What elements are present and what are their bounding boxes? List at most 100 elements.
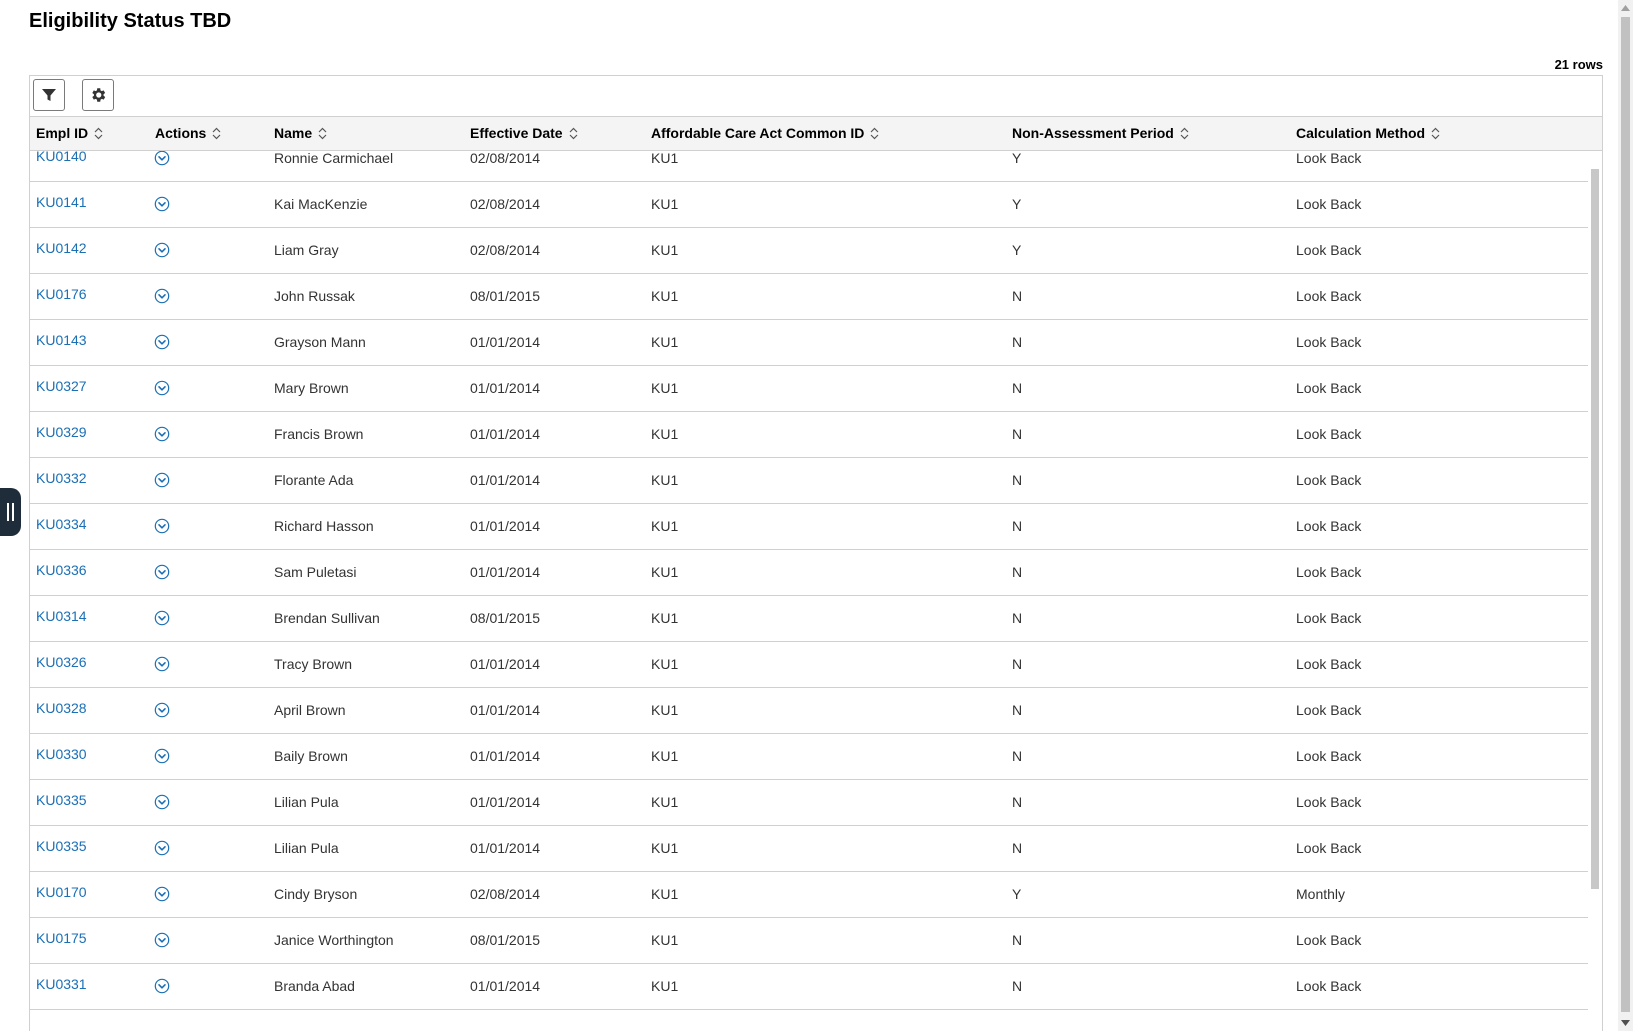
chevron-down-circle-icon <box>154 886 170 905</box>
row-actions-button[interactable] <box>154 610 170 629</box>
empl-id-link[interactable]: KU0330 <box>36 746 87 762</box>
empl-id-link[interactable]: KU0176 <box>36 286 87 302</box>
sort-icon[interactable] <box>1431 127 1440 140</box>
name-cell: John Russak <box>274 288 355 304</box>
effective-date-cell: 02/08/2014 <box>470 196 541 212</box>
column-header-effective-date[interactable]: Effective Date <box>470 125 578 141</box>
row-actions-button[interactable] <box>154 748 170 767</box>
effective-date-cell: 01/01/2014 <box>470 702 541 718</box>
non-assessment-period-cell: N <box>1012 656 1023 672</box>
column-header-label: Empl ID <box>36 125 89 141</box>
row-actions-button[interactable] <box>154 840 170 859</box>
calculation-method-cell: Look Back <box>1296 748 1362 764</box>
empl-id-link[interactable]: KU0335 <box>36 792 87 808</box>
row-actions-button[interactable] <box>154 288 170 307</box>
non-assessment-period-cell: N <box>1012 748 1023 764</box>
name-cell: Liam Gray <box>274 242 339 258</box>
empl-id-link[interactable]: KU0336 <box>36 562 87 578</box>
empl-id-link[interactable]: KU0143 <box>36 332 87 348</box>
column-header-actions[interactable]: Actions <box>155 125 221 141</box>
scroll-up-icon[interactable] <box>1621 3 1630 13</box>
table-row: KU0326 Tracy Brown 01/01/2014 KU1 N Look Back <box>30 642 1588 688</box>
effective-date-cell: 08/01/2015 <box>470 610 541 626</box>
row-actions-button[interactable] <box>154 518 170 537</box>
empl-id-link[interactable]: KU0326 <box>36 654 87 670</box>
sort-icon[interactable] <box>569 127 578 140</box>
row-actions-button[interactable] <box>154 380 170 399</box>
table-header: Empl ID Actions Name Effective Date Affo… <box>30 117 1602 151</box>
row-actions-button[interactable] <box>154 334 170 353</box>
chevron-down-circle-icon <box>154 426 170 445</box>
aca-common-id-cell: KU1 <box>651 978 679 994</box>
column-header-non-assessment-period[interactable]: Non-Assessment Period <box>1012 125 1189 141</box>
non-assessment-period-cell: N <box>1012 978 1023 994</box>
side-panel-handle[interactable] <box>0 488 21 536</box>
page-scrollbar-thumb[interactable] <box>1621 17 1630 1012</box>
row-actions-button[interactable] <box>154 978 170 997</box>
empl-id-link[interactable]: KU0332 <box>36 470 87 486</box>
calculation-method-cell: Look Back <box>1296 656 1362 672</box>
row-actions-button[interactable] <box>154 151 170 169</box>
chevron-down-circle-icon <box>154 196 170 215</box>
page-scrollbar[interactable] <box>1618 0 1633 1031</box>
column-header-empl-id[interactable]: Empl ID <box>36 125 103 141</box>
row-actions-button[interactable] <box>154 932 170 951</box>
empl-id-link[interactable]: KU0335 <box>36 838 87 854</box>
effective-date-cell: 02/08/2014 <box>470 886 541 902</box>
sort-icon[interactable] <box>870 127 879 140</box>
row-actions-button[interactable] <box>154 886 170 905</box>
non-assessment-period-cell: Y <box>1012 886 1022 902</box>
sort-icon[interactable] <box>94 127 103 140</box>
empl-id-link[interactable]: KU0170 <box>36 884 87 900</box>
sort-icon[interactable] <box>212 127 221 140</box>
calculation-method-cell: Look Back <box>1296 426 1362 442</box>
calculation-method-cell: Look Back <box>1296 978 1362 994</box>
scroll-down-icon[interactable] <box>1621 1018 1630 1028</box>
non-assessment-period-cell: Y <box>1012 151 1022 166</box>
column-header-calculation-method[interactable]: Calculation Method <box>1296 125 1440 141</box>
empl-id-link[interactable]: KU0314 <box>36 608 87 624</box>
effective-date-cell: 02/08/2014 <box>470 242 541 258</box>
row-actions-button[interactable] <box>154 656 170 675</box>
sort-icon[interactable] <box>318 127 327 140</box>
row-actions-button[interactable] <box>154 472 170 491</box>
empl-id-link[interactable]: KU0328 <box>36 700 87 716</box>
row-actions-button[interactable] <box>154 702 170 721</box>
empl-id-link[interactable]: KU0142 <box>36 240 87 256</box>
sort-icon[interactable] <box>1180 127 1189 140</box>
name-cell: Cindy Bryson <box>274 886 358 902</box>
row-actions-button[interactable] <box>154 426 170 445</box>
calculation-method-cell: Look Back <box>1296 288 1362 304</box>
empl-id-link[interactable]: KU0334 <box>36 516 87 532</box>
grid-scrollbar[interactable] <box>1588 151 1602 1031</box>
calculation-method-cell: Look Back <box>1296 518 1362 534</box>
row-actions-button[interactable] <box>154 242 170 261</box>
table-row: KU0141 Kai MacKenzie 02/08/2014 KU1 Y Look Ba… <box>30 182 1588 228</box>
table-row: KU0331 Branda Abad 01/01/2014 KU1 N Look Back <box>30 964 1588 1010</box>
empl-id-link[interactable]: KU0327 <box>36 378 87 394</box>
column-header-name[interactable]: Name <box>274 125 327 141</box>
empl-id-link[interactable]: KU0140 <box>36 151 87 164</box>
empl-id-link[interactable]: KU0141 <box>36 194 87 210</box>
aca-common-id-cell: KU1 <box>651 748 679 764</box>
empl-id-link[interactable]: KU0331 <box>36 976 87 992</box>
row-actions-button[interactable] <box>154 794 170 813</box>
chevron-down-circle-icon <box>154 564 170 583</box>
row-actions-button[interactable] <box>154 196 170 215</box>
row-actions-button[interactable] <box>154 564 170 583</box>
chevron-down-circle-icon <box>154 472 170 491</box>
non-assessment-period-cell: Y <box>1012 242 1022 258</box>
grid-scrollbar-thumb[interactable] <box>1591 169 1599 889</box>
filter-button[interactable] <box>33 79 65 111</box>
non-assessment-period-cell: N <box>1012 472 1023 488</box>
settings-button[interactable] <box>82 79 114 111</box>
effective-date-cell: 01/01/2014 <box>470 794 541 810</box>
empl-id-link[interactable]: KU0175 <box>36 930 87 946</box>
calculation-method-cell: Look Back <box>1296 840 1362 856</box>
calculation-method-cell: Look Back <box>1296 564 1362 580</box>
column-header-label: Actions <box>155 125 207 141</box>
column-header-aca-common-id[interactable]: Affordable Care Act Common ID <box>651 125 879 141</box>
filter-icon <box>42 89 56 101</box>
calculation-method-cell: Monthly <box>1296 886 1346 902</box>
empl-id-link[interactable]: KU0329 <box>36 424 87 440</box>
